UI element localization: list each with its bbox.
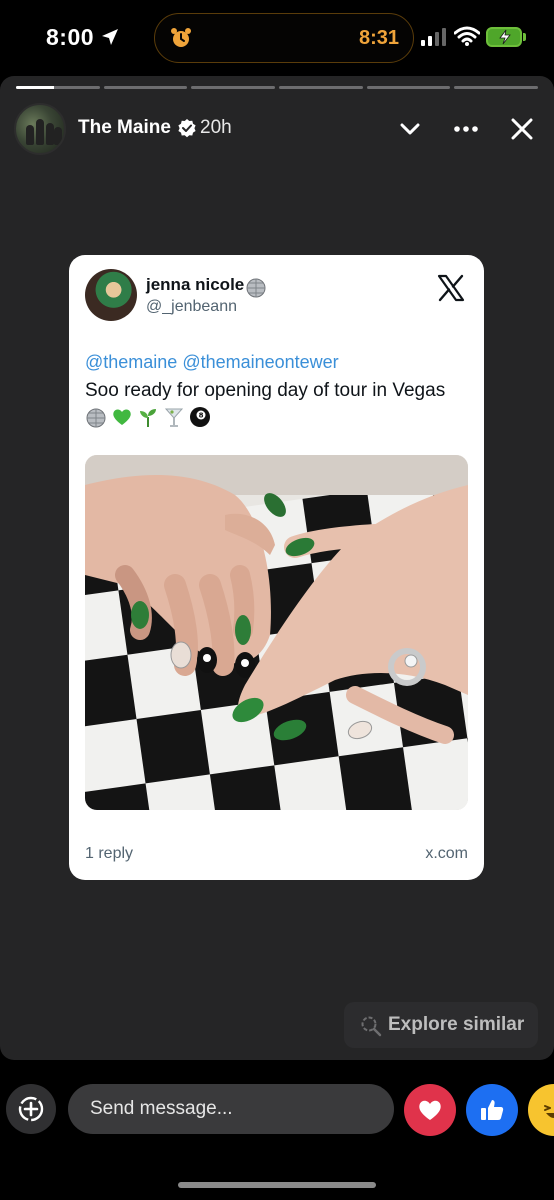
author-avatar[interactable] — [14, 103, 66, 155]
post-time: 20h — [200, 117, 232, 138]
tweet-replies[interactable]: 1 reply — [85, 845, 133, 863]
author-name[interactable]: The Maine — [78, 117, 171, 139]
message-placeholder: Send message... — [90, 1098, 233, 1119]
progress-segment — [16, 86, 100, 89]
cellular-signal-icon — [421, 28, 446, 46]
progress-segment — [454, 86, 539, 89]
tweet-emojis: 8 — [85, 406, 211, 430]
laughing-face-icon — [544, 1105, 554, 1118]
status-time: 8:00 — [46, 24, 95, 50]
disco-ball-icon — [86, 408, 106, 428]
progress-segment — [366, 86, 451, 89]
story-header: The Maine 20h — [14, 103, 540, 155]
nails-photo — [85, 455, 468, 810]
heart-icon — [419, 1100, 441, 1120]
progress-segment — [279, 86, 363, 89]
thumbs-up-icon — [481, 1100, 504, 1120]
dynamic-island[interactable]: 8:31 — [154, 13, 414, 63]
progress-segment — [191, 86, 276, 89]
search-sparkle-icon — [361, 1016, 382, 1037]
battery-icon — [486, 27, 522, 47]
add-button[interactable] — [6, 1084, 56, 1134]
martini-icon — [164, 408, 184, 427]
tweet-display-name[interactable]: jenna nicole — [146, 275, 244, 295]
tweet-mentions[interactable]: @themaine @themaineontewer — [85, 352, 339, 373]
progress-segment — [103, 86, 188, 89]
explore-similar-button[interactable]: Explore similar — [344, 1002, 538, 1048]
tweet-domain[interactable]: x.com — [425, 845, 468, 863]
add-circle-icon — [18, 1096, 44, 1122]
green-heart-icon — [113, 409, 131, 425]
more-icon[interactable] — [452, 115, 480, 143]
haha-reaction-button[interactable] — [528, 1084, 554, 1136]
like-reaction-button[interactable] — [466, 1084, 518, 1136]
tweet-author-avatar[interactable] — [85, 269, 137, 321]
verified-badge-icon — [178, 119, 196, 138]
chevron-down-icon[interactable] — [396, 115, 424, 143]
svg-text:8: 8 — [199, 412, 204, 420]
heart-reaction-button[interactable] — [404, 1084, 456, 1136]
wifi-icon — [454, 26, 480, 46]
8-ball-icon: 8 — [190, 407, 210, 427]
x-logo-icon[interactable] — [436, 273, 466, 303]
bottom-bar: Send message... — [0, 1060, 554, 1200]
tweet-handle[interactable]: @_jenbeann — [146, 298, 237, 316]
tweet-card[interactable]: jenna nicole @_jenbeann @themaine @thema… — [69, 255, 484, 880]
tweet-photo[interactable] — [85, 455, 468, 810]
alarm-clock-icon — [171, 28, 191, 47]
seedling-icon — [140, 409, 156, 427]
story-viewer[interactable]: The Maine 20h jenna nicole @_jenbeann @t… — [0, 76, 554, 1060]
close-icon[interactable] — [508, 115, 536, 143]
explore-similar-label: Explore similar — [388, 1014, 525, 1035]
alarm-time: 8:31 — [358, 27, 399, 49]
disco-ball-icon — [246, 278, 266, 298]
progress-fill — [16, 86, 54, 89]
tweet-text: Soo ready for opening day of tour in Veg… — [85, 380, 446, 401]
message-input[interactable]: Send message... — [68, 1084, 394, 1134]
home-indicator[interactable] — [178, 1182, 376, 1188]
location-arrow-icon — [102, 29, 118, 45]
status-bar: 8:00 8:31 — [0, 0, 554, 76]
battery-cap — [523, 33, 526, 41]
story-progress — [16, 86, 539, 89]
